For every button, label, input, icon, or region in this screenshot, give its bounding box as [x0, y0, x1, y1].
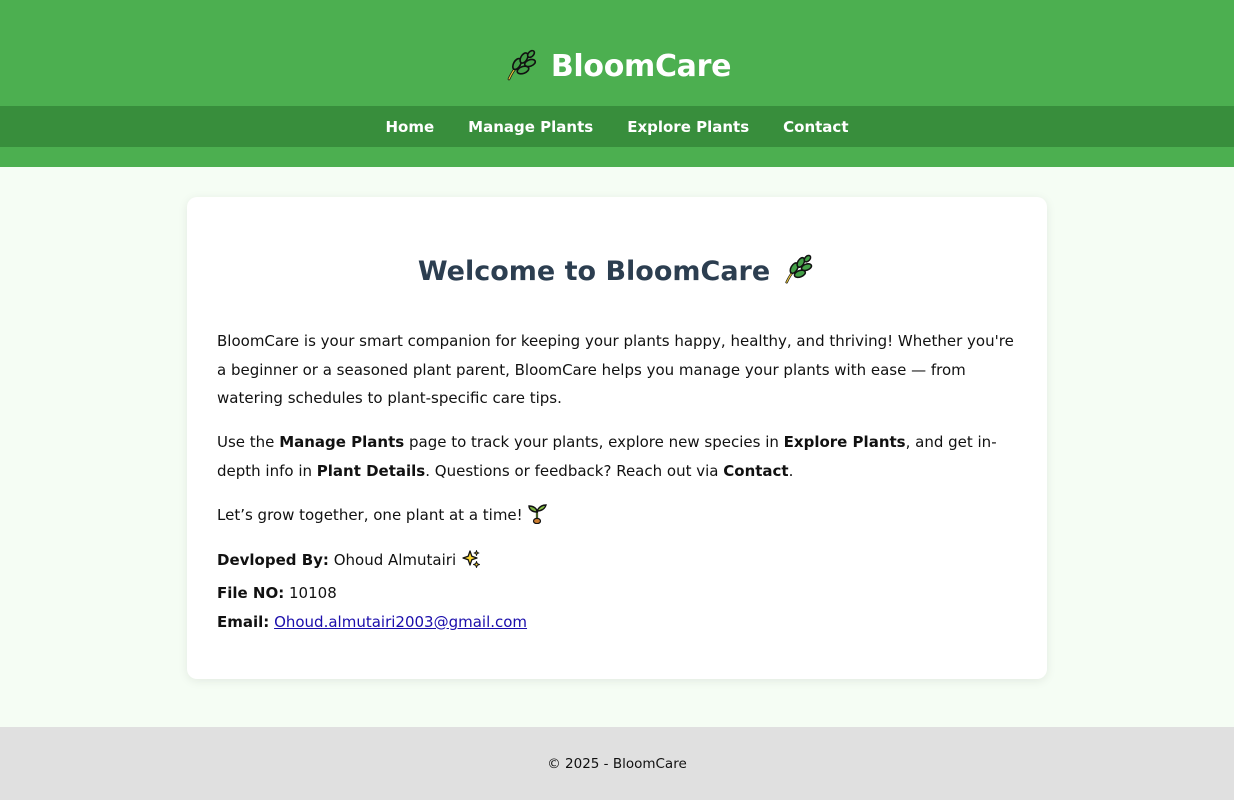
- usage-paragraph: Use the Manage Plants page to track your…: [217, 428, 1017, 485]
- nav-manage-plants[interactable]: Manage Plants: [468, 118, 593, 136]
- site-header: BloomCare Home Manage Plants Explore Pla…: [0, 0, 1234, 167]
- site-footer: © 2025 - BloomCare: [0, 727, 1234, 800]
- developer-line: Devloped By: Ohoud Almutairi: [217, 546, 1017, 579]
- usage-text: .: [788, 461, 794, 480]
- file-number-label: File NO:: [217, 584, 285, 602]
- usage-text: . Questions or feedback? Reach out via: [425, 461, 724, 480]
- leaf-icon: [780, 253, 816, 289]
- page-title: Welcome to BloomCare: [187, 253, 1047, 289]
- email-link[interactable]: Ohoud.almutairi2003@gmail.com: [274, 613, 527, 631]
- brand-title: BloomCare: [550, 48, 732, 84]
- usage-text: Use the: [217, 433, 280, 451]
- main-nav: Home Manage Plants Explore Plants Contac…: [0, 106, 1234, 147]
- leaf-icon: [503, 48, 539, 84]
- explore-plants-ref: Explore Plants: [783, 433, 906, 451]
- nav-home[interactable]: Home: [386, 118, 435, 136]
- email-label: Email:: [217, 613, 270, 631]
- manage-plants-ref: Manage Plants: [279, 433, 405, 451]
- developer-label: Devloped By:: [217, 551, 329, 569]
- developer-info: Devloped By: Ohoud Almutairi File NO: 10…: [217, 546, 1017, 637]
- brand: BloomCare: [0, 38, 1234, 94]
- sparkles-icon: [461, 549, 481, 579]
- contact-ref: Contact: [723, 461, 789, 480]
- closing-paragraph: Let’s grow together, one plant at a time…: [217, 501, 1017, 534]
- plant-details-ref: Plant Details: [316, 461, 426, 480]
- welcome-card: Welcome to BloomCare BloomCare is your s…: [187, 197, 1047, 679]
- nav-contact[interactable]: Contact: [783, 118, 848, 136]
- file-number-line: File NO: 10108: [217, 579, 1017, 608]
- nav-explore-plants[interactable]: Explore Plants: [627, 118, 749, 136]
- intro-paragraph: BloomCare is your smart companion for ke…: [217, 332, 1014, 407]
- developer-name: Ohoud Almutairi: [333, 551, 457, 569]
- page-title-text: Welcome to BloomCare: [417, 255, 771, 287]
- email-line: Email: Ohoud.almutairi2003@gmail.com: [217, 608, 1017, 637]
- seedling-icon: [527, 502, 548, 534]
- closing-text: Let’s grow together, one plant at a time…: [217, 506, 523, 524]
- usage-text: page to track your plants, explore new s…: [404, 433, 784, 451]
- footer-copyright: © 2025 - BloomCare: [547, 755, 687, 772]
- file-number-value: 10108: [289, 584, 337, 602]
